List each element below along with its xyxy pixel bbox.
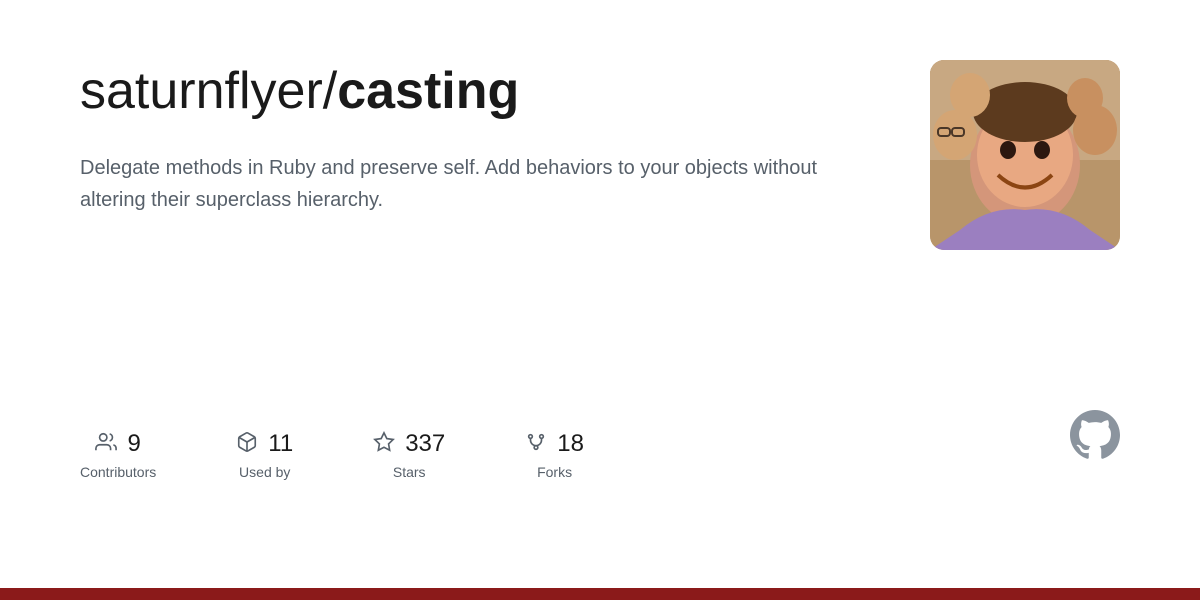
forks-count: 18 (557, 430, 584, 458)
main-content: saturnflyer/casting Delegate methods in … (0, 0, 1200, 540)
contributors-icon (95, 431, 117, 457)
avatar (930, 60, 1120, 250)
avatar-section (930, 60, 1120, 250)
title-section: saturnflyer/casting Delegate methods in … (80, 60, 890, 216)
stars-count: 337 (405, 430, 445, 458)
header-row: saturnflyer/casting Delegate methods in … (80, 60, 1120, 250)
star-icon (373, 431, 395, 457)
contributors-label: Contributors (80, 464, 156, 480)
repo-title: saturnflyer/casting (80, 60, 890, 122)
stats-row: 9 Contributors 11 Used by (80, 410, 1120, 540)
contributors-count: 9 (127, 430, 140, 458)
forks-label: Forks (537, 464, 572, 480)
stat-contributors-top: 9 (95, 430, 140, 458)
bottom-bar (0, 588, 1200, 600)
stat-used-by[interactable]: 11 Used by (236, 430, 293, 480)
stat-stars-top: 337 (373, 430, 445, 458)
stars-label: Stars (393, 464, 426, 480)
repo-owner[interactable]: saturnflyer/ (80, 62, 337, 120)
used-by-label: Used by (239, 464, 290, 480)
github-logo-icon (1070, 410, 1120, 460)
stat-stars[interactable]: 337 Stars (373, 430, 445, 480)
stat-forks-top: 18 (525, 430, 584, 458)
repo-name[interactable]: casting (337, 62, 519, 120)
github-logo-section[interactable] (1070, 410, 1120, 500)
stat-contributors[interactable]: 9 Contributors (80, 430, 156, 480)
used-by-count: 11 (268, 430, 293, 458)
fork-icon (525, 431, 547, 457)
stat-forks[interactable]: 18 Forks (525, 430, 584, 480)
stat-used-by-top: 11 (236, 430, 293, 458)
repo-description: Delegate methods in Ruby and preserve se… (80, 152, 820, 216)
package-icon (236, 431, 258, 457)
